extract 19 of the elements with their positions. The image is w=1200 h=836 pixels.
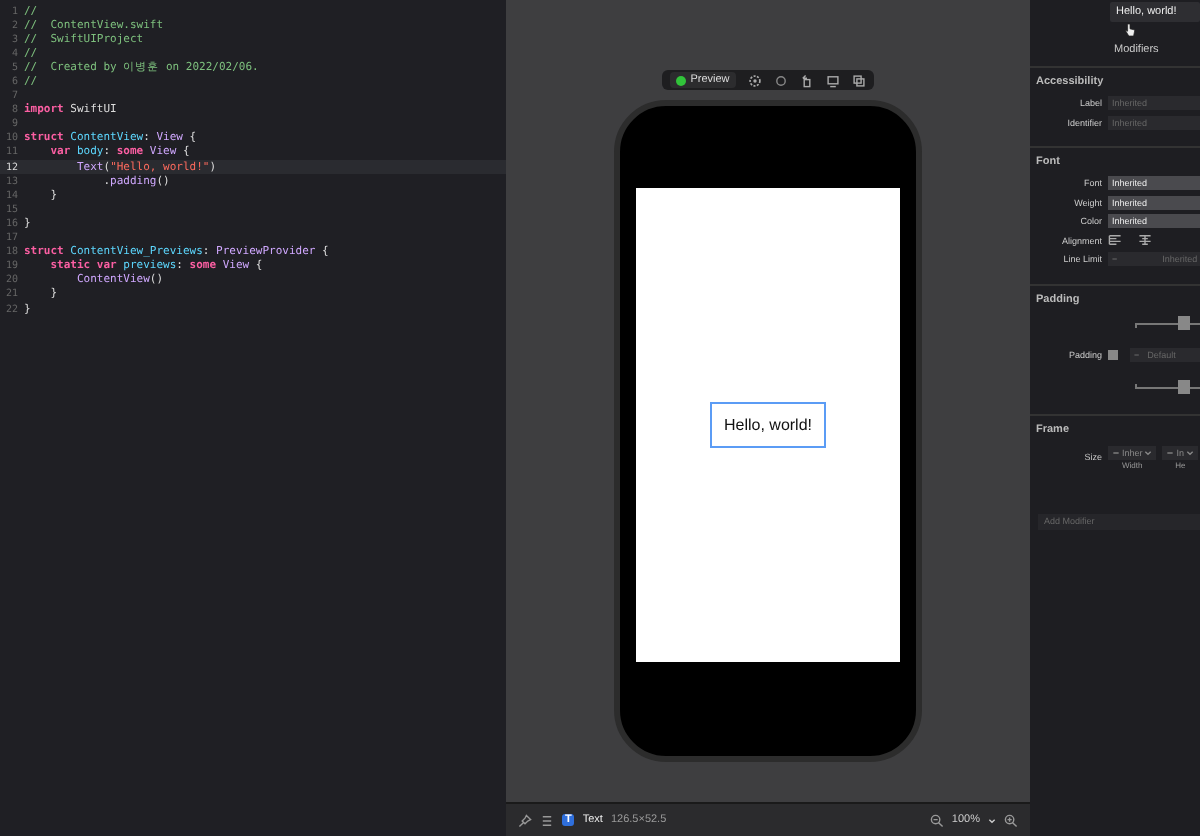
circle-icon[interactable] xyxy=(773,73,788,87)
pin-icon[interactable] xyxy=(518,813,532,827)
align-center-icon[interactable] xyxy=(1138,234,1152,247)
align-left-icon[interactable] xyxy=(1108,234,1122,247)
duplicate-icon[interactable] xyxy=(851,73,866,87)
minus-icon xyxy=(1166,449,1175,455)
minus-icon xyxy=(1112,449,1120,455)
caret-icon xyxy=(1144,449,1153,455)
rotate-icon[interactable] xyxy=(799,73,814,87)
preview-text[interactable]: Hello, world! xyxy=(709,402,826,448)
pointer-cursor-icon xyxy=(1124,22,1136,38)
monitor-icon[interactable] xyxy=(825,73,840,87)
caret-icon[interactable] xyxy=(988,817,996,823)
gear-icon[interactable] xyxy=(747,73,762,87)
zoom-out-icon[interactable] xyxy=(929,813,944,827)
zoom-in-icon[interactable] xyxy=(1004,813,1018,827)
list-icon[interactable] xyxy=(540,813,554,827)
caret-icon xyxy=(1186,449,1195,455)
checkbox[interactable] xyxy=(1108,350,1118,360)
